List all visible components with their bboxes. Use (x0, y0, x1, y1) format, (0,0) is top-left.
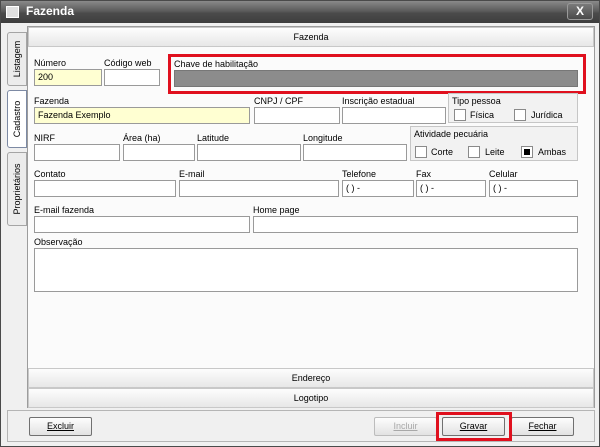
section-endereco-header[interactable]: Endereço (28, 368, 594, 388)
fax-field[interactable]: ( ) - (416, 180, 486, 197)
email-label: E-mail (179, 169, 205, 179)
tab-listagem-label: Listagem (12, 40, 22, 78)
telefone-field[interactable]: ( ) - (342, 180, 414, 197)
button-bar: Excluir Incluir Gravar Fechar (7, 410, 595, 442)
section-logotipo-header[interactable]: Logotipo (28, 388, 594, 408)
side-tabs: Listagem Cadastro Proprietários (7, 26, 27, 408)
tipo-pessoa-label: Tipo pessoa (452, 96, 501, 106)
atividade-pecuaria-group: Atividade pecuária Corte Leite Ambas (410, 126, 578, 161)
corte-label: Corte (431, 147, 454, 157)
excluir-button[interactable]: Excluir (29, 417, 92, 436)
title-bar[interactable]: Fazenda X (1, 1, 599, 23)
incluir-label: Incluir (393, 421, 418, 431)
close-icon: X (575, 4, 584, 18)
numero-field[interactable]: 200 (34, 69, 102, 86)
juridica-checkbox[interactable] (514, 109, 526, 121)
atividade-pecuaria-label: Atividade pecuária (414, 129, 489, 139)
telefone-label: Telefone (342, 169, 377, 179)
tab-listagem[interactable]: Listagem (7, 32, 27, 86)
ambas-label: Ambas (538, 147, 567, 157)
codigo-web-field[interactable] (104, 69, 160, 86)
ambas-checkbox[interactable] (521, 146, 533, 158)
fisica-checkbox[interactable] (454, 109, 466, 121)
observacao-field[interactable] (34, 248, 578, 292)
email-field[interactable] (179, 180, 339, 197)
tab-cadastro[interactable]: Cadastro (7, 90, 27, 148)
leite-label: Leite (485, 147, 505, 157)
longitude-label: Longitude (303, 133, 343, 143)
email-fazenda-label: E-mail fazenda (34, 205, 95, 215)
latitude-label: Latitude (197, 133, 230, 143)
home-page-label: Home page (253, 205, 300, 215)
cnpj-field[interactable] (254, 107, 340, 124)
leite-checkbox[interactable] (468, 146, 480, 158)
fazenda-label: Fazenda (34, 96, 70, 106)
tab-cadastro-label: Cadastro (12, 100, 22, 138)
fazenda-field[interactable]: Fazenda Exemplo (34, 107, 250, 124)
contato-label: Contato (34, 169, 66, 179)
nirf-field[interactable] (34, 144, 120, 161)
home-page-field[interactable] (253, 216, 578, 233)
incluir-button: Incluir (374, 417, 437, 436)
fechar-button[interactable]: Fechar (511, 417, 574, 436)
area-label: Área (ha) (123, 133, 161, 143)
excluir-label: Excluir (46, 421, 74, 431)
fisica-label: Física (470, 110, 495, 120)
area-field[interactable] (123, 144, 195, 161)
section-fazenda-header[interactable]: Fazenda (28, 27, 594, 47)
observacao-label: Observação (34, 237, 83, 247)
fechar-label: Fechar (528, 421, 557, 431)
app-icon (6, 6, 19, 18)
fazenda-window: Fazenda X Listagem Cadastro Proprietário… (0, 0, 600, 447)
close-button[interactable]: X (567, 3, 593, 20)
celular-label: Celular (489, 169, 518, 179)
chave-highlight (168, 54, 586, 94)
contato-field[interactable] (34, 180, 176, 197)
nirf-label: NIRF (34, 133, 55, 143)
tab-proprietarios[interactable]: Proprietários (7, 152, 27, 226)
window-title: Fazenda (26, 4, 75, 18)
juridica-label: Jurídica (531, 110, 563, 120)
celular-field[interactable]: ( ) - (489, 180, 578, 197)
corte-checkbox[interactable] (415, 146, 427, 158)
gravar-highlight (436, 412, 512, 441)
inscricao-label: Inscrição estadual (342, 96, 415, 106)
numero-label: Número (34, 58, 67, 68)
tipo-pessoa-group: Tipo pessoa Física Jurídica (448, 93, 578, 123)
fax-label: Fax (416, 169, 432, 179)
tab-proprietarios-label: Proprietários (12, 163, 22, 215)
cnpj-label: CNPJ / CPF (254, 96, 304, 106)
codigo-web-label: Código web (104, 58, 152, 68)
inscricao-field[interactable] (342, 107, 446, 124)
email-fazenda-field[interactable] (34, 216, 250, 233)
latitude-field[interactable] (197, 144, 301, 161)
cadastro-panel: Fazenda Número 200 Código web Chave de h… (27, 26, 595, 408)
longitude-field[interactable] (303, 144, 407, 161)
